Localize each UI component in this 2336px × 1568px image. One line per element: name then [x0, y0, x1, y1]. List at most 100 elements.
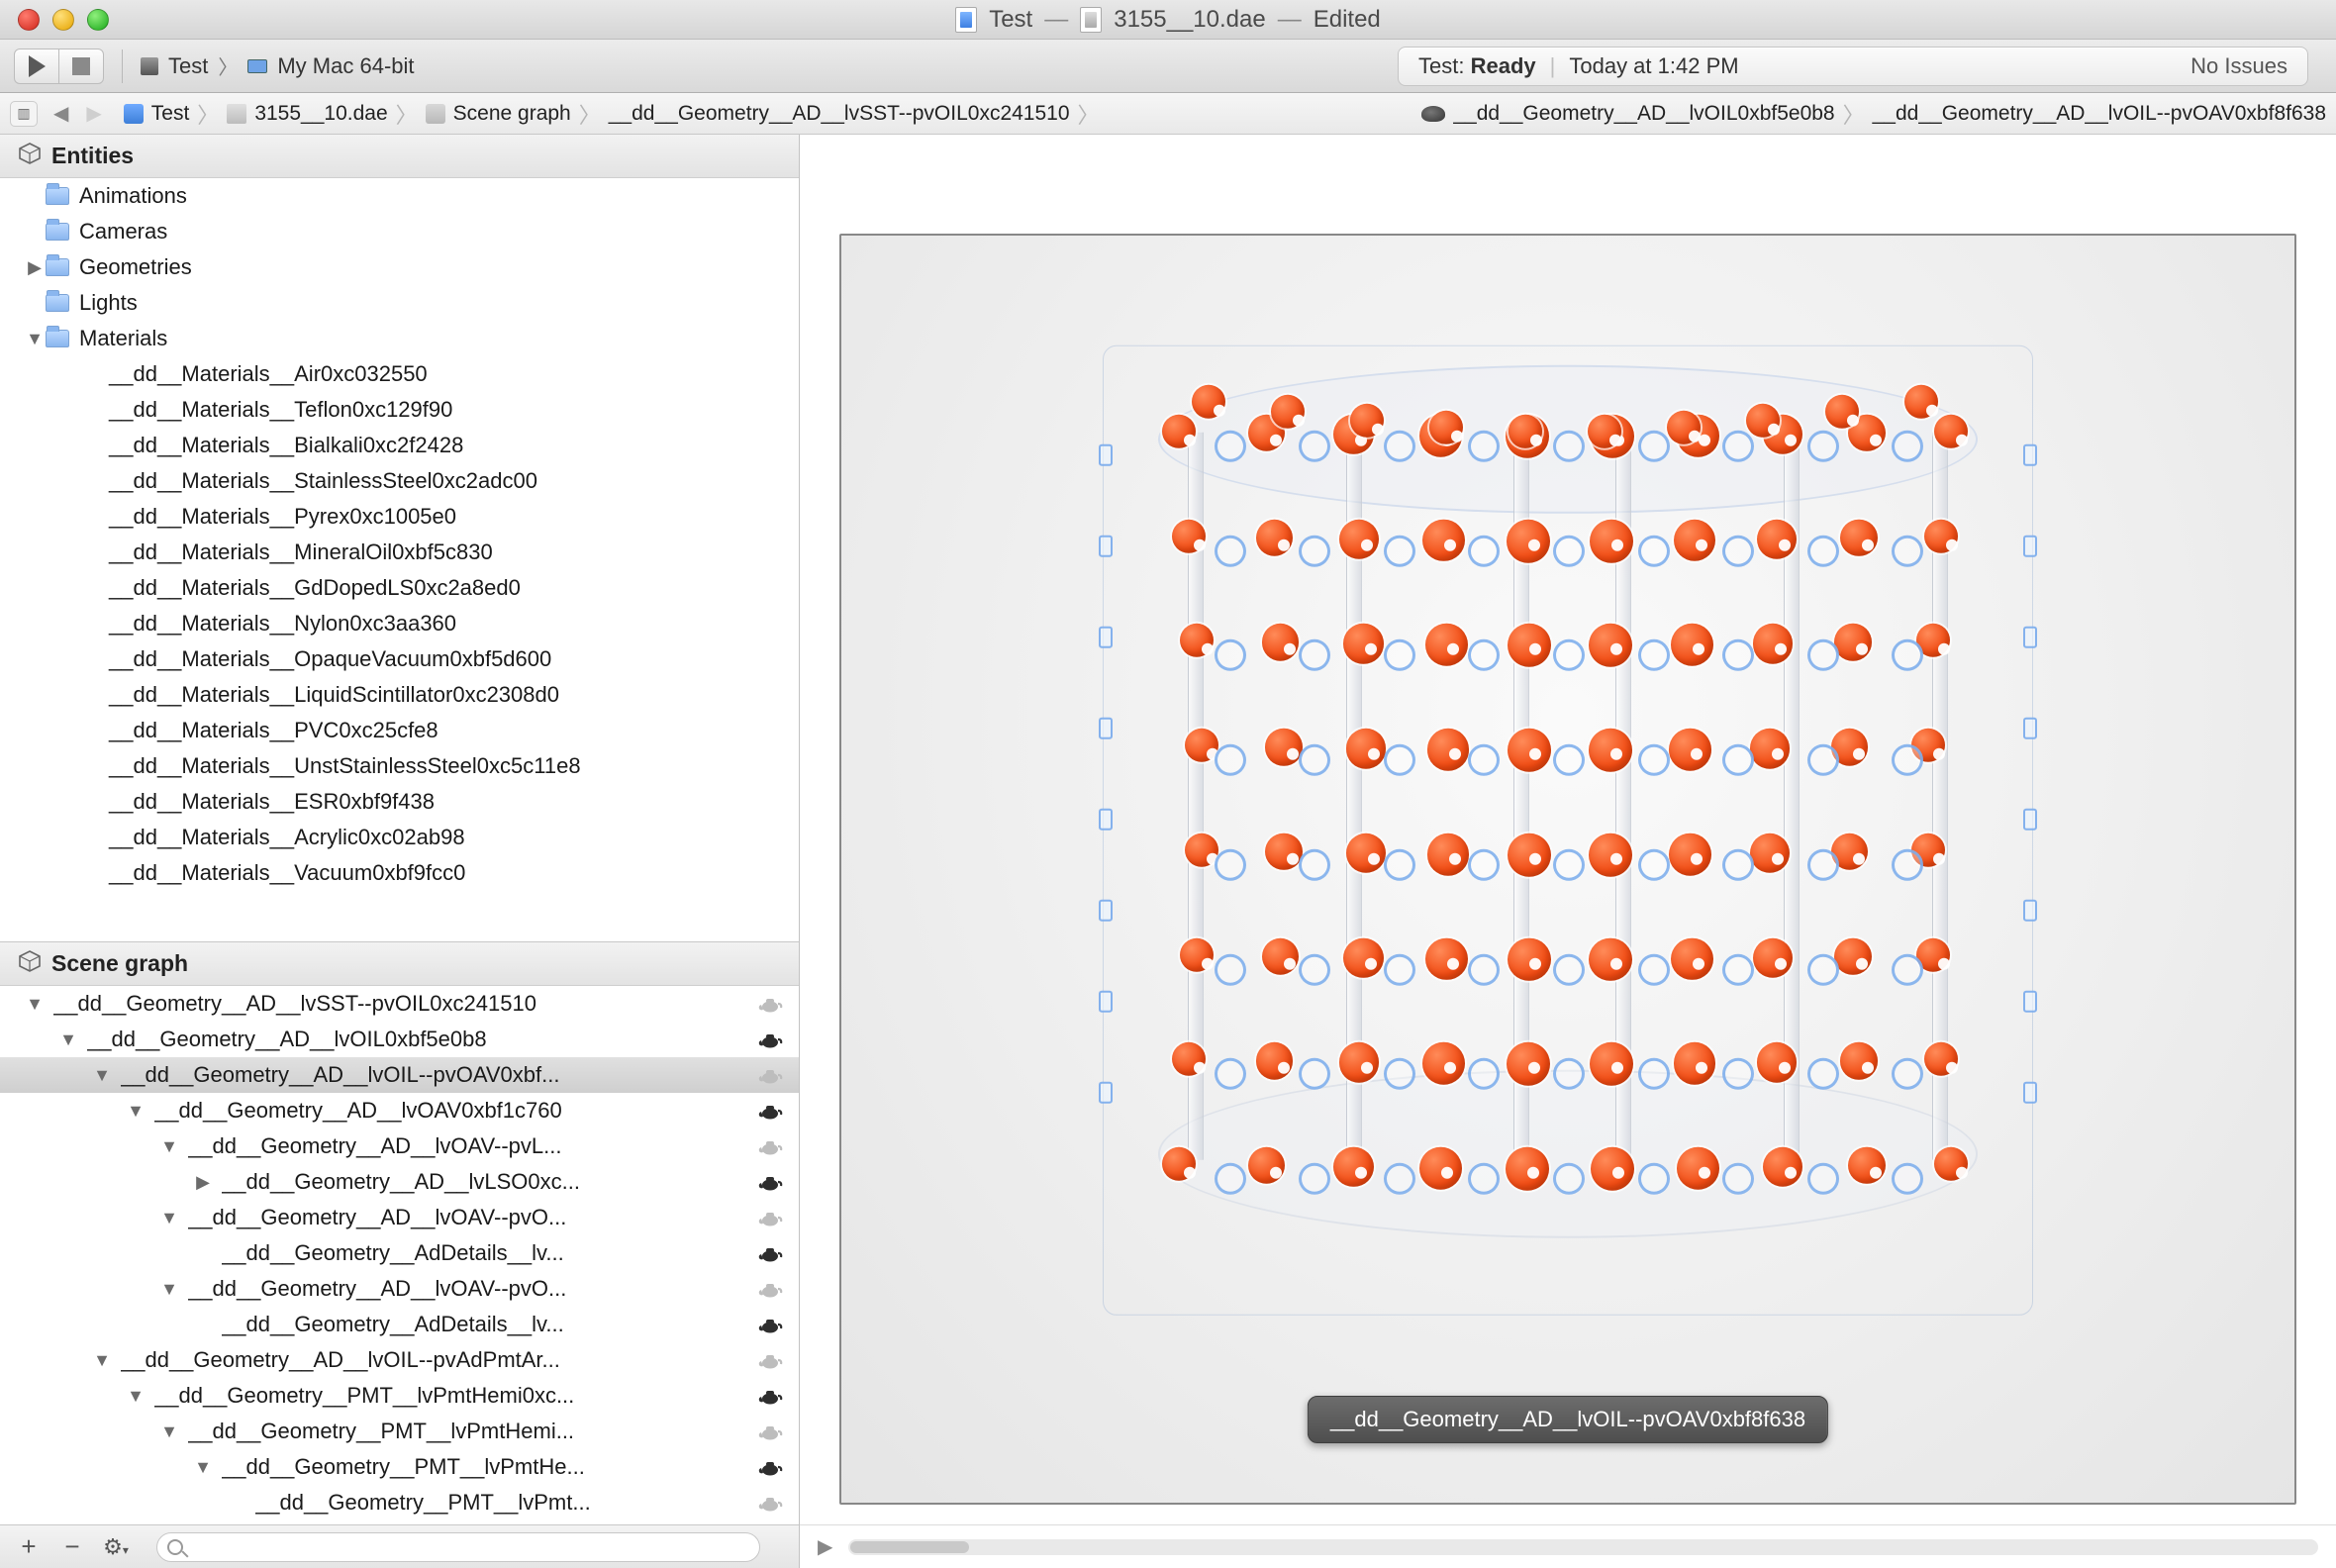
nav-forward-button[interactable]: ▶ — [86, 101, 101, 126]
scheme-selector[interactable]: Test 〉 My Mac 64-bit — [141, 51, 415, 80]
scene-row[interactable]: ▼__dd__Geometry__PMT__lvPmtHemi0xc... — [0, 1378, 799, 1414]
disclosure-icon[interactable]: ▼ — [125, 1101, 146, 1122]
disclosure-icon[interactable]: ▼ — [91, 1065, 113, 1086]
scene-row[interactable]: ▼ __dd__Geometry__AD__lvOAV--pvO... — [0, 1200, 799, 1235]
disclosure-icon[interactable]: ▼ — [91, 1350, 113, 1371]
remove-button[interactable]: − — [57, 1531, 87, 1562]
jumpbar-item[interactable]: Test — [151, 102, 190, 126]
material-row[interactable]: __dd__Materials__OpaqueVacuum0xbf5d600 — [0, 641, 799, 677]
scene-row[interactable]: ▼__dd__Geometry__PMT__lvPmtHe... — [0, 1449, 799, 1485]
material-label: __dd__Materials__OpaqueVacuum0xbf5d600 — [109, 646, 551, 672]
pmt-sphere — [1753, 624, 1793, 663]
pmt-ring — [1807, 1058, 1839, 1090]
disclosure-icon[interactable]: ▼ — [24, 329, 46, 349]
scene-row[interactable]: ▼__dd__Geometry__AD__lvOIL0xbf5e0b8 — [0, 1022, 799, 1057]
disclosure-icon[interactable]: ▼ — [158, 1421, 180, 1442]
timeline-play-button[interactable]: ▶ — [818, 1534, 832, 1559]
folder-icon — [46, 330, 69, 347]
jumpbar-item[interactable]: 3155__10.dae — [254, 102, 387, 126]
sidebar-footer: + − ⚙︎▾ — [0, 1524, 799, 1568]
add-button[interactable]: + — [14, 1531, 44, 1562]
run-button[interactable] — [14, 49, 59, 84]
material-row[interactable]: __dd__Materials__Acrylic0xc02ab98 — [0, 820, 799, 855]
node-icon — [757, 1388, 781, 1404]
material-row[interactable]: __dd__Materials__UnstStainlessSteel0xc5c… — [0, 748, 799, 784]
pmt-ring — [1299, 953, 1330, 985]
entities-row[interactable]: Animations — [0, 178, 799, 214]
material-row[interactable]: __dd__Materials__Pyrex0xc1005e0 — [0, 499, 799, 535]
pmt-sphere — [1508, 833, 1551, 877]
zoom-window-button[interactable] — [87, 9, 109, 31]
timeline-scrollbar[interactable] — [848, 1539, 2318, 1555]
entities-row[interactable]: Lights — [0, 285, 799, 321]
material-row[interactable]: __dd__Materials__PVC0xc25cfe8 — [0, 713, 799, 748]
titlebar: Test — 3155__10.dae — Edited — [0, 0, 2336, 40]
disclosure-icon[interactable]: ▼ — [24, 994, 46, 1015]
scene-row[interactable]: ▼__dd__Geometry__AD__lvOAV0xbf1c760 — [0, 1093, 799, 1128]
grid-icon: ▥ — [17, 105, 30, 122]
scene-graph-tree[interactable]: ▼__dd__Geometry__AD__lvSST--pvOIL0xc2415… — [0, 986, 799, 1524]
scene-row[interactable]: ▼__dd__Geometry__AD__lvOAV--pvL... — [0, 1128, 799, 1164]
disclosure-icon[interactable]: ▼ — [57, 1029, 79, 1050]
pmt-ring — [1384, 1163, 1415, 1195]
jumpbar-item[interactable]: __dd__Geometry__AD__lvSST--pvOIL0xc24151… — [609, 102, 1070, 126]
entities-tree[interactable]: AnimationsCameras▶GeometriesLights▼Mater… — [0, 178, 799, 942]
entities-row[interactable]: ▶Geometries — [0, 249, 799, 285]
material-row[interactable]: __dd__Materials__GdDopedLS0xc2a8ed0 — [0, 570, 799, 606]
material-row[interactable]: __dd__Materials__StainlessSteel0xc2adc00 — [0, 463, 799, 499]
close-window-button[interactable] — [18, 9, 40, 31]
material-row[interactable]: __dd__Materials__MineralOil0xbf5c830 — [0, 535, 799, 570]
material-row[interactable]: __dd__Materials__Vacuum0xbf9fcc0 — [0, 855, 799, 891]
entities-row[interactable]: ▼Materials — [0, 321, 799, 356]
toolbar: Test 〉 My Mac 64-bit Test: Ready | Today… — [0, 40, 2336, 93]
disclosure-icon[interactable]: ▶ — [24, 257, 46, 278]
node-icon — [757, 1138, 781, 1154]
pmt-ring — [1553, 1163, 1585, 1195]
scene-row[interactable]: ▼__dd__Geometry__AD__lvSST--pvOIL0xc2415… — [0, 986, 799, 1022]
scene-row[interactable]: __dd__Geometry__PMT__lvPmt... — [0, 1485, 799, 1520]
disclosure-icon[interactable]: ▼ — [158, 1208, 180, 1228]
minimize-window-button[interactable] — [52, 9, 74, 31]
disclosure-icon[interactable]: ▼ — [158, 1136, 180, 1157]
material-row[interactable]: __dd__Materials__Bialkali0xc2f2428 — [0, 428, 799, 463]
node-icon — [757, 1103, 781, 1119]
related-items-button[interactable]: ▥ — [10, 101, 38, 127]
scene-row-label: __dd__Geometry__PMT__lvPmt... — [255, 1490, 757, 1516]
pmt-ring — [1638, 536, 1670, 567]
side-bracket — [1099, 627, 1113, 648]
jumpbar-item[interactable]: __dd__Geometry__AD__lvOIL0xbf5e0b8 — [1453, 102, 1834, 126]
material-row[interactable]: __dd__Materials__Teflon0xc129f90 — [0, 392, 799, 428]
gear-icon[interactable]: ⚙︎▾ — [101, 1534, 131, 1560]
viewer-panel: __dd__Geometry__AD__lvOIL--pvOAV0xbf8f63… — [800, 135, 2336, 1568]
material-row[interactable]: __dd__Materials__LiquidScintillator0xc23… — [0, 677, 799, 713]
nav-back-button[interactable]: ◀ — [53, 101, 68, 126]
scene-row[interactable]: ▼__dd__Geometry__PMT__lvPmtHemi... — [0, 1414, 799, 1449]
scene-row[interactable]: __dd__Geometry__AdDetails__lv... — [0, 1307, 799, 1342]
pmt-sphere — [1172, 1042, 1206, 1076]
material-row[interactable]: __dd__Materials__Nylon0xc3aa360 — [0, 606, 799, 641]
scene-row[interactable]: ▶__dd__Geometry__AD__lvLSO0xc... — [0, 1164, 799, 1200]
pmt-ring — [1807, 744, 1839, 776]
disclosure-icon[interactable]: ▼ — [192, 1457, 214, 1478]
disclosure-icon[interactable]: ▼ — [158, 1279, 180, 1300]
jumpbar-item[interactable]: Scene graph — [453, 102, 571, 126]
scene-row[interactable]: __dd__Geometry__AdDetails__lv... — [0, 1235, 799, 1271]
pmt-sphere — [1162, 415, 1196, 448]
material-row[interactable]: __dd__Materials__ESR0xbf9f438 — [0, 784, 799, 820]
scene-row[interactable]: ▼__dd__Geometry__AD__lvOIL--pvAdPmtAr... — [0, 1342, 799, 1378]
disclosure-icon[interactable]: ▼ — [125, 1386, 146, 1407]
material-row[interactable]: __dd__Materials__Air0xc032550 — [0, 356, 799, 392]
disclosure-icon[interactable]: ▶ — [192, 1172, 214, 1193]
jumpbar-item[interactable]: __dd__Geometry__AD__lvOIL--pvOAV0xbf8f63… — [1873, 102, 2326, 126]
scene-viewport[interactable]: __dd__Geometry__AD__lvOIL--pvOAV0xbf8f63… — [839, 234, 2296, 1505]
stop-button[interactable] — [58, 49, 104, 84]
filter-field[interactable] — [156, 1532, 760, 1562]
scene-row-label: __dd__Geometry__AD__lvOAV--pvO... — [188, 1205, 757, 1230]
scene-row[interactable]: ▼__dd__Geometry__AD__lvOAV--pvO... — [0, 1271, 799, 1307]
activity-status[interactable]: Test: Ready | Today at 1:42 PM No Issues — [1398, 47, 2308, 86]
entities-title: Entities — [51, 143, 134, 169]
scene-row[interactable]: ▼__dd__Geometry__AD__lvOIL--pvOAV0xbf... — [0, 1057, 799, 1093]
entities-row[interactable]: Cameras — [0, 214, 799, 249]
pmt-sphere — [1825, 395, 1859, 429]
node-icon — [757, 1210, 781, 1225]
